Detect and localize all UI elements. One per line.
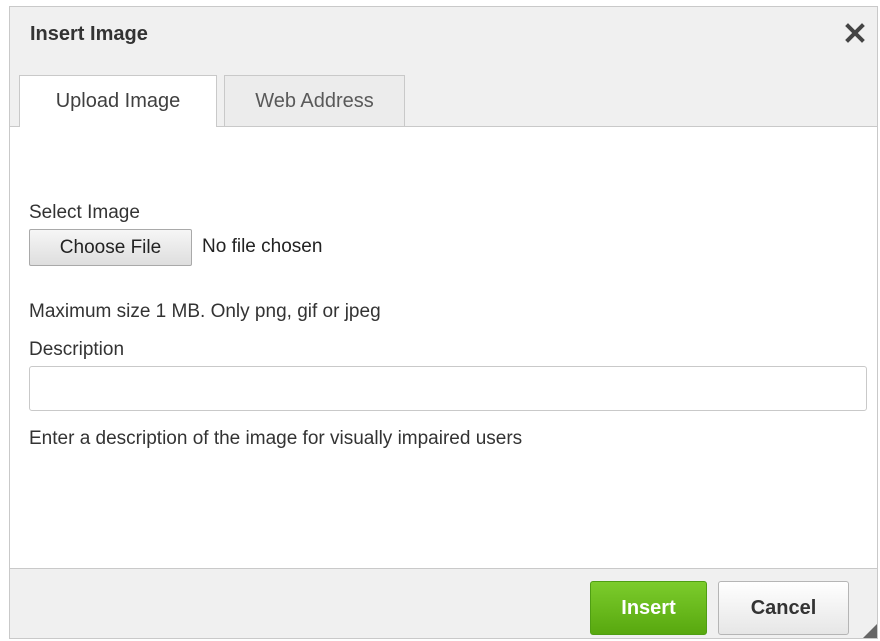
tab-web-address[interactable]: Web Address <box>224 75 405 126</box>
insert-button[interactable]: Insert <box>590 581 707 635</box>
cancel-button[interactable]: Cancel <box>718 581 849 635</box>
size-hint-text: Maximum size 1 MB. Only png, gif or jpeg <box>29 301 381 322</box>
description-input[interactable] <box>29 366 867 411</box>
dialog-title: Insert Image <box>30 23 148 45</box>
dialog-titlebar[interactable]: Insert Image <box>10 7 877 65</box>
choose-file-button[interactable]: Choose File <box>29 229 192 266</box>
file-status-text: No file chosen <box>202 236 323 257</box>
tab-strip: Upload Image Web Address <box>10 64 877 127</box>
resize-handle-icon[interactable] <box>859 620 877 638</box>
insert-image-dialog: Insert Image Upload Image Web Address Se… <box>9 6 878 639</box>
description-label: Description <box>29 339 125 360</box>
select-image-label: Select Image <box>29 202 140 223</box>
close-icon[interactable] <box>841 19 869 47</box>
description-help-text: Enter a description of the image for vis… <box>29 428 523 449</box>
tab-upload-image[interactable]: Upload Image <box>19 75 217 127</box>
dialog-footer: Insert Cancel <box>10 568 877 638</box>
